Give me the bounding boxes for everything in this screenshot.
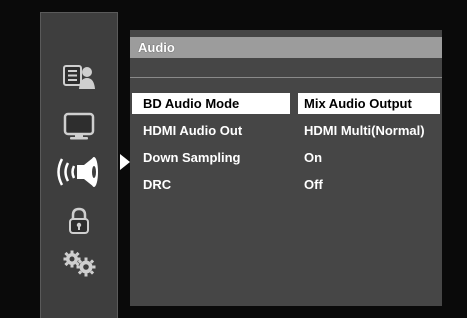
menu-row-label: DRC (143, 177, 172, 192)
menu-row-bd-audio-mode[interactable]: BD Audio Mode Mix Audio Output (130, 93, 442, 114)
setup-menu-screen: Audio BD Audio Mode Mix Audio Output HDM… (0, 0, 467, 318)
settings-icon[interactable] (60, 249, 98, 277)
menu-row-label: BD Audio Mode (132, 93, 290, 114)
audio-settings-panel: Audio BD Audio Mode Mix Audio Output HDM… (130, 30, 442, 306)
panel-title: Audio (130, 37, 442, 58)
audio-icon[interactable] (53, 153, 105, 191)
menu-row-down-sampling[interactable]: Down Sampling On (130, 147, 442, 168)
title-divider (130, 77, 442, 78)
menu-row-label: HDMI Audio Out (143, 123, 243, 138)
lock-icon[interactable] (67, 207, 91, 235)
category-selector-arrow (120, 154, 130, 170)
display-icon[interactable] (62, 111, 96, 141)
menu-row-label: Down Sampling (143, 150, 241, 165)
menu-row-value: Off (304, 177, 323, 192)
menu-row-value: Mix Audio Output (298, 93, 440, 114)
menu-row-drc[interactable]: DRC Off (130, 174, 442, 195)
menu-row-hdmi-audio-out[interactable]: HDMI Audio Out HDMI Multi(Normal) (130, 120, 442, 141)
menu-row-value: HDMI Multi(Normal) (304, 123, 425, 138)
menu-row-value: On (304, 150, 323, 165)
info-icon[interactable] (61, 61, 97, 91)
category-sidebar (40, 12, 118, 318)
